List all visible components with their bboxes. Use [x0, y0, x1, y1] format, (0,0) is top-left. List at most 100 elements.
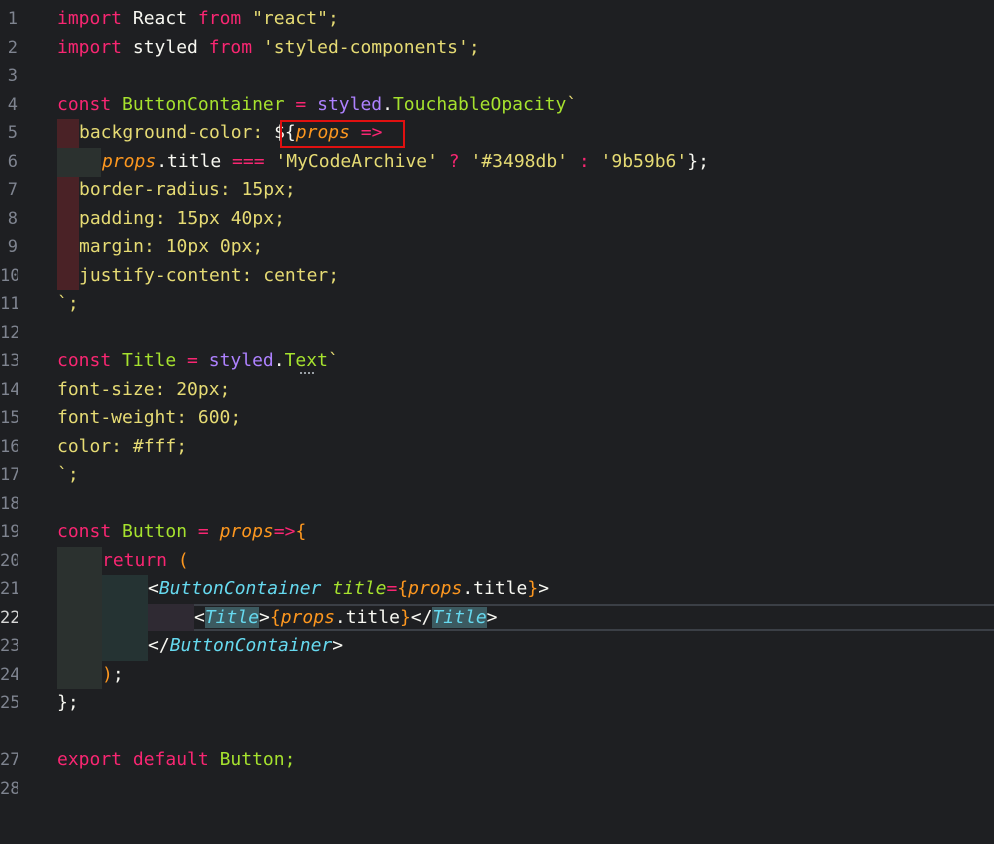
code-token: =	[386, 578, 398, 599]
code-token: (	[167, 550, 189, 571]
code-token: Text	[284, 350, 328, 371]
code-line-22: <Title>{props.title}</Title>	[194, 604, 498, 633]
code-line-20: return (	[102, 547, 189, 576]
code-token: Title	[432, 607, 487, 628]
code-token: styled	[197, 350, 274, 371]
code-token: </	[148, 635, 170, 656]
code-editor[interactable]: 1 2 3 4 5 6 7 8 9 10 11 12 13 14 15 16 1…	[0, 0, 994, 844]
code-token: >	[259, 607, 270, 628]
code-token: "react";	[241, 8, 339, 29]
code-token: .title	[462, 578, 528, 599]
code-token: '#3498db'	[459, 151, 579, 172]
line-number: 2	[7, 38, 18, 58]
code-token: =	[295, 94, 307, 115]
code-token: :	[578, 151, 590, 172]
code-line-17: `;	[57, 464, 79, 485]
line-number: 17	[0, 465, 18, 485]
code-token: `	[327, 350, 339, 371]
code-token: styled	[122, 37, 209, 58]
highlight-box	[280, 120, 405, 148]
code-token: </	[410, 607, 433, 628]
code-line-16: color: #fff;	[57, 436, 188, 457]
code-token: .	[382, 94, 393, 115]
code-token: };	[687, 151, 709, 172]
code-token: =>	[273, 521, 296, 542]
line-number: 19	[0, 522, 18, 542]
code-area[interactable]: import React from "react"; import styled…	[57, 0, 994, 844]
line-number: 3	[7, 66, 18, 86]
code-token: }	[527, 578, 539, 599]
code-token: styled	[306, 94, 383, 115]
code-token: {	[295, 521, 307, 542]
code-line-8: padding: 15px 40px;	[79, 208, 285, 229]
code-token: const	[57, 350, 112, 371]
code-line-10: justify-content: center;	[79, 265, 340, 286]
code-token: ===	[232, 151, 265, 172]
code-token: 'MyCodeArchive'	[264, 151, 449, 172]
code-token: .	[273, 350, 285, 371]
line-number: 25	[0, 693, 18, 713]
code-line-23: </ButtonContainer>	[148, 632, 343, 661]
code-token: Button;	[208, 749, 296, 770]
line-number: 21	[0, 579, 18, 599]
code-token: from	[197, 8, 242, 29]
line-number: 8	[7, 209, 18, 229]
line-number: 11	[0, 294, 18, 314]
line-number: 4	[7, 95, 18, 115]
code-token: title	[321, 578, 387, 599]
lint-squiggle	[300, 372, 314, 374]
code-line-14: font-size: 20px;	[57, 379, 231, 400]
code-token: .title	[156, 151, 233, 172]
line-number: 12	[0, 323, 18, 343]
code-token: export	[57, 749, 123, 770]
code-token: `	[566, 94, 578, 115]
code-token: Title	[204, 607, 260, 628]
code-token: <	[148, 578, 159, 599]
line-number: 9	[7, 237, 18, 257]
code-token: )	[102, 664, 113, 685]
line-number: 7	[7, 180, 18, 200]
line-number: 1	[7, 9, 18, 29]
code-line-2: import styled from 'styled-components';	[57, 34, 480, 63]
code-line-24: );	[102, 661, 124, 690]
code-token: ;	[112, 664, 124, 685]
line-number: 10	[0, 266, 18, 286]
line-number: 6	[7, 152, 18, 172]
code-token: =	[187, 350, 198, 371]
code-token: const	[57, 521, 112, 542]
line-number-active: 22	[0, 608, 18, 628]
code-token: >	[538, 578, 550, 599]
code-line-9: margin: 10px 0px;	[79, 236, 264, 257]
code-line-6: props.title === 'MyCodeArchive' ? '#3498…	[102, 148, 709, 177]
line-number: 16	[0, 437, 18, 457]
code-token: import	[57, 37, 123, 58]
code-token: =	[197, 521, 209, 542]
code-token: >	[332, 635, 344, 656]
line-number: 18	[0, 494, 18, 514]
code-token: background-color:	[79, 122, 275, 143]
code-token: '9b59b6'	[589, 151, 688, 172]
code-token: React	[122, 8, 198, 29]
code-token: }	[399, 607, 411, 628]
code-token: from	[208, 37, 253, 58]
code-line-4: const ButtonContainer = styled.Touchable…	[57, 91, 577, 120]
code-line-21: <ButtonContainer title={props.title}>	[148, 575, 549, 604]
line-number: 27	[0, 750, 18, 770]
code-token: TouchableOpacity	[392, 94, 567, 115]
code-token: 'styled-components';	[252, 37, 480, 58]
code-token: return	[102, 550, 168, 571]
code-token: props	[219, 521, 274, 542]
code-token: default	[132, 749, 209, 770]
code-line-15: font-weight: 600;	[57, 407, 242, 428]
line-number: 15	[0, 408, 18, 428]
code-line-11: `;	[57, 293, 79, 314]
code-token: Button	[111, 521, 198, 542]
line-number: 5	[7, 123, 18, 143]
code-line-1: import React from "react";	[57, 5, 339, 34]
code-token: props	[102, 151, 157, 172]
line-number: 24	[0, 665, 18, 685]
code-token: ButtonContainer	[169, 635, 333, 656]
code-token: props	[280, 607, 335, 628]
